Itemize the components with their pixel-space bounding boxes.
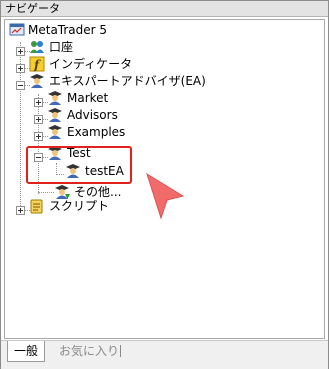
panel-title: ナビゲータ <box>1 1 328 17</box>
collapse-toggle[interactable] <box>16 81 25 90</box>
tree-item-market[interactable]: Market <box>47 89 197 107</box>
highlight-box <box>26 146 132 184</box>
terminal-icon <box>9 23 25 36</box>
expand-toggle[interactable] <box>34 132 43 141</box>
tree-item-label: エキスパートアドバイザ(EA) <box>49 74 206 88</box>
tree-item-account[interactable]: 口座 <box>29 38 229 56</box>
tree-item-examples[interactable]: Examples <box>47 123 197 141</box>
tree-item-label: インディケータ <box>49 57 133 71</box>
tab-favorites[interactable]: お気に入り <box>53 341 125 361</box>
tree-item-label: Examples <box>67 125 126 139</box>
pointer-arrow-icon <box>146 172 185 220</box>
accounts-icon <box>30 41 44 53</box>
expert-folder-icon <box>48 108 62 122</box>
tab-bar: 一般 お気に入り <box>1 340 328 369</box>
expand-toggle[interactable] <box>16 206 25 215</box>
tree-item-label: Market <box>67 91 109 105</box>
expand-toggle[interactable] <box>16 47 25 56</box>
tree-item-label: スクリプト <box>49 199 110 213</box>
indicator-icon: f <box>29 56 45 72</box>
tree-item-label: 口座 <box>49 40 74 54</box>
script-icon <box>30 199 43 214</box>
tree-item-label: Advisors <box>67 108 118 122</box>
tree-item-expert-advisors[interactable]: エキスパートアドバイザ(EA) <box>29 72 249 90</box>
tree-item-indicators[interactable]: f インディケータ <box>29 55 229 73</box>
tab-separator <box>120 345 121 357</box>
expert-folder-icon <box>48 125 62 139</box>
tree-item-label: MetaTrader 5 <box>28 23 108 37</box>
expand-toggle[interactable] <box>34 115 43 124</box>
expand-toggle[interactable] <box>16 64 25 73</box>
expand-toggle[interactable] <box>34 98 43 107</box>
navigator-tree: MetaTrader 5 口座 f インディケータ エキスパートアドバイザ(EA… <box>4 19 325 339</box>
tab-general[interactable]: 一般 <box>7 341 46 362</box>
tree-item-scripts[interactable]: スクリプト <box>29 197 229 215</box>
tree-item-advisors[interactable]: Advisors <box>47 106 197 124</box>
expert-advisor-icon <box>30 74 44 88</box>
navigator-panel: ナビゲータ MetaTrader 5 口座 f インディケータ エキスパートアド… <box>0 0 329 369</box>
tree-item-metatrader5[interactable]: MetaTrader 5 <box>7 21 207 39</box>
expert-folder-icon <box>48 91 62 105</box>
tree-connector <box>38 192 54 193</box>
